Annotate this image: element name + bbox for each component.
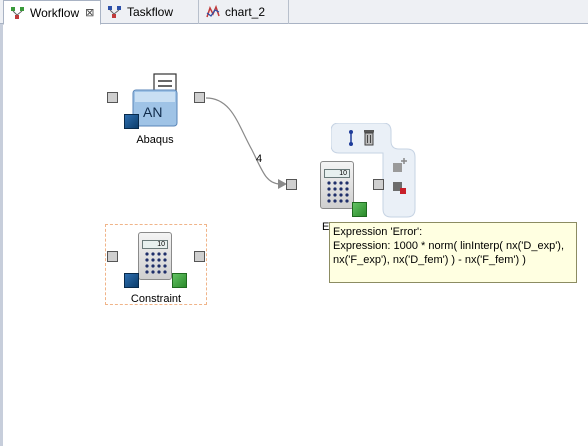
error-node[interactable]: 10 E xyxy=(286,160,396,233)
calculator-keys xyxy=(327,181,349,203)
node-label: Constraint xyxy=(130,293,182,305)
calculator-screen: 10 xyxy=(142,240,168,249)
input-mapping-icon xyxy=(124,114,139,129)
input-port[interactable] xyxy=(107,92,118,103)
abaqus-node[interactable]: AN Abaqus xyxy=(105,70,215,150)
input-mapping-icon xyxy=(124,273,139,288)
node-label: Abaqus xyxy=(136,134,174,146)
output-mapping-icon xyxy=(172,273,187,288)
output-port[interactable] xyxy=(373,179,384,190)
output-port[interactable] xyxy=(194,251,205,262)
constraint-node[interactable]: 10 Constraint xyxy=(105,224,207,305)
calculator-screen: 10 xyxy=(324,169,350,178)
delete-trash-icon[interactable] xyxy=(362,129,376,147)
tooltip-title: Expression 'Error': xyxy=(333,226,423,238)
abaqus-icon-text: AN xyxy=(143,104,163,120)
input-port[interactable] xyxy=(107,251,118,262)
output-port[interactable] xyxy=(194,92,205,103)
calculator-keys xyxy=(145,252,167,274)
tooltip-expression-continued: nx('F_exp'), nx('D_fem') ) - nx('F_fem')… xyxy=(333,254,526,266)
input-port[interactable] xyxy=(286,179,297,190)
connection-tool-icon[interactable] xyxy=(344,129,358,147)
connection-label: 4 xyxy=(256,153,263,165)
expression-tooltip: Expression 'Error': Expression: 1000 * n… xyxy=(329,222,577,283)
output-mapping-icon xyxy=(352,202,367,217)
tooltip-expression: Expression: 1000 * norm( linInterp( nx('… xyxy=(333,240,565,252)
